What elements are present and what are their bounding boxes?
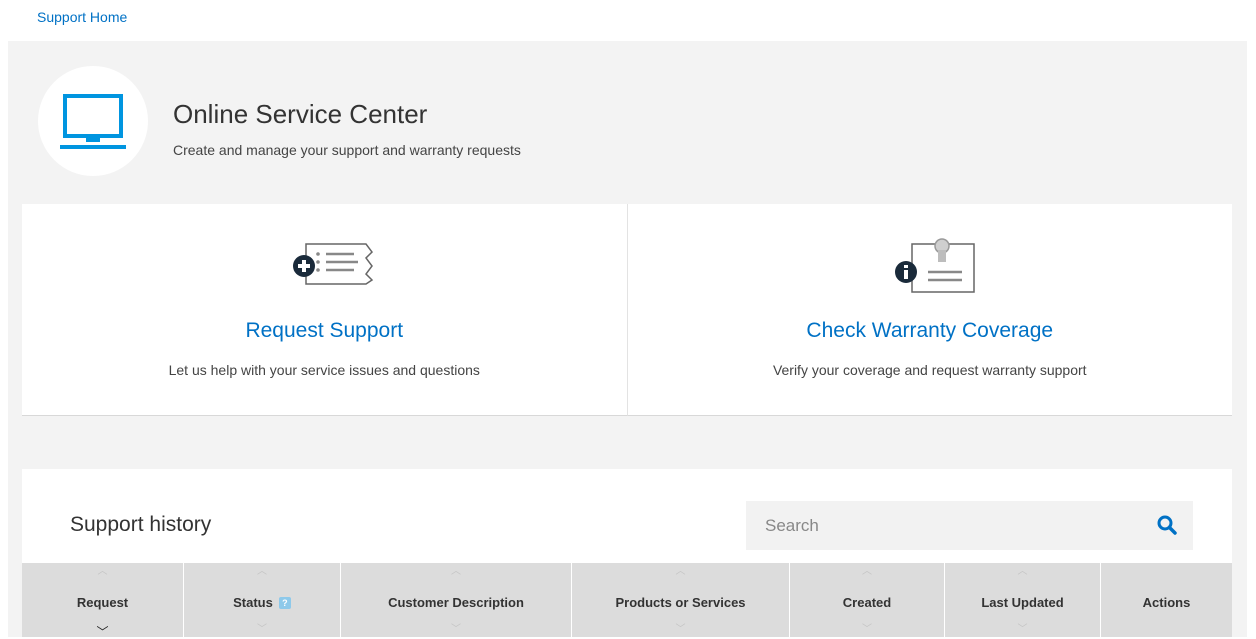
- column-label: Customer Description: [388, 595, 524, 610]
- action-cards: Request Support Let us help with your se…: [22, 204, 1232, 416]
- table-header: ︿ Request ﹀ ︿ Status? ﹀ ︿ Customer Descr…: [22, 563, 1232, 638]
- column-label: Products or Services: [615, 595, 746, 610]
- help-icon[interactable]: ?: [278, 597, 291, 609]
- column-label: Last Updated: [981, 595, 1064, 610]
- search-input[interactable]: [746, 501, 1136, 550]
- sort-descending-icon[interactable]: ﹀: [184, 625, 340, 635]
- column-label-wrap: Status?: [184, 595, 340, 610]
- request-support-description: Let us help with your service issues and…: [168, 362, 480, 378]
- breadcrumb-support-home[interactable]: Support Home: [37, 9, 127, 25]
- sort-descending-icon[interactable]: ﹀: [341, 625, 571, 635]
- column-header-created[interactable]: ︿ Created ﹀: [790, 563, 945, 637]
- column-label: Created: [842, 595, 892, 610]
- column-header-request[interactable]: ︿ Request ﹀: [22, 563, 184, 638]
- column-header-products-or-services[interactable]: ︿ Products or Services ﹀: [572, 563, 790, 637]
- column-label: Status: [233, 595, 273, 610]
- sort-ascending-icon[interactable]: ︿: [945, 567, 1100, 577]
- sort-ascending-icon[interactable]: ︿: [572, 567, 789, 577]
- support-history-title: Support history: [70, 513, 212, 536]
- search-box: [746, 501, 1193, 550]
- column-header-actions: Actions: [1101, 563, 1232, 637]
- sort-descending-icon[interactable]: ﹀: [945, 625, 1100, 635]
- check-warranty-description: Verify your coverage and request warrant…: [772, 362, 1087, 378]
- request-support-title: Request Support: [245, 319, 404, 342]
- column-header-last-updated[interactable]: ︿ Last Updated ﹀: [945, 563, 1101, 637]
- add-request-icon: [293, 243, 374, 285]
- page-title: Online Service Center: [173, 99, 428, 129]
- main-panel: Online Service Center Create and manage …: [8, 41, 1247, 638]
- sort-ascending-icon[interactable]: ︿: [790, 567, 944, 577]
- column-header-customer-description[interactable]: ︿ Customer Description ﹀: [341, 563, 572, 637]
- monitor-icon: [60, 94, 126, 149]
- sort-ascending-icon[interactable]: ︿: [22, 567, 183, 577]
- check-warranty-title: Check Warranty Coverage: [806, 319, 1054, 342]
- sort-ascending-icon[interactable]: ︿: [184, 567, 340, 577]
- column-header-status[interactable]: ︿ Status? ﹀: [184, 563, 341, 637]
- hero-icon-circle: [38, 66, 148, 176]
- support-history-section: Support history ︿ Request ﹀ ︿ Status? ﹀ …: [22, 469, 1232, 638]
- sort-ascending-icon[interactable]: ︿: [341, 567, 571, 577]
- column-label: Actions: [1142, 595, 1191, 610]
- page-subtitle: Create and manage your support and warra…: [173, 142, 521, 158]
- search-icon[interactable]: [1157, 515, 1177, 535]
- sort-descending-icon[interactable]: ﹀: [22, 626, 183, 638]
- sort-descending-icon[interactable]: ﹀: [572, 625, 789, 635]
- request-support-card[interactable]: Request Support Let us help with your se…: [22, 204, 627, 416]
- sort-descending-icon[interactable]: ﹀: [790, 625, 944, 635]
- warranty-certificate-icon: [894, 238, 975, 293]
- column-label: Request: [76, 595, 129, 610]
- check-warranty-card[interactable]: Check Warranty Coverage Verify your cove…: [626, 204, 1232, 416]
